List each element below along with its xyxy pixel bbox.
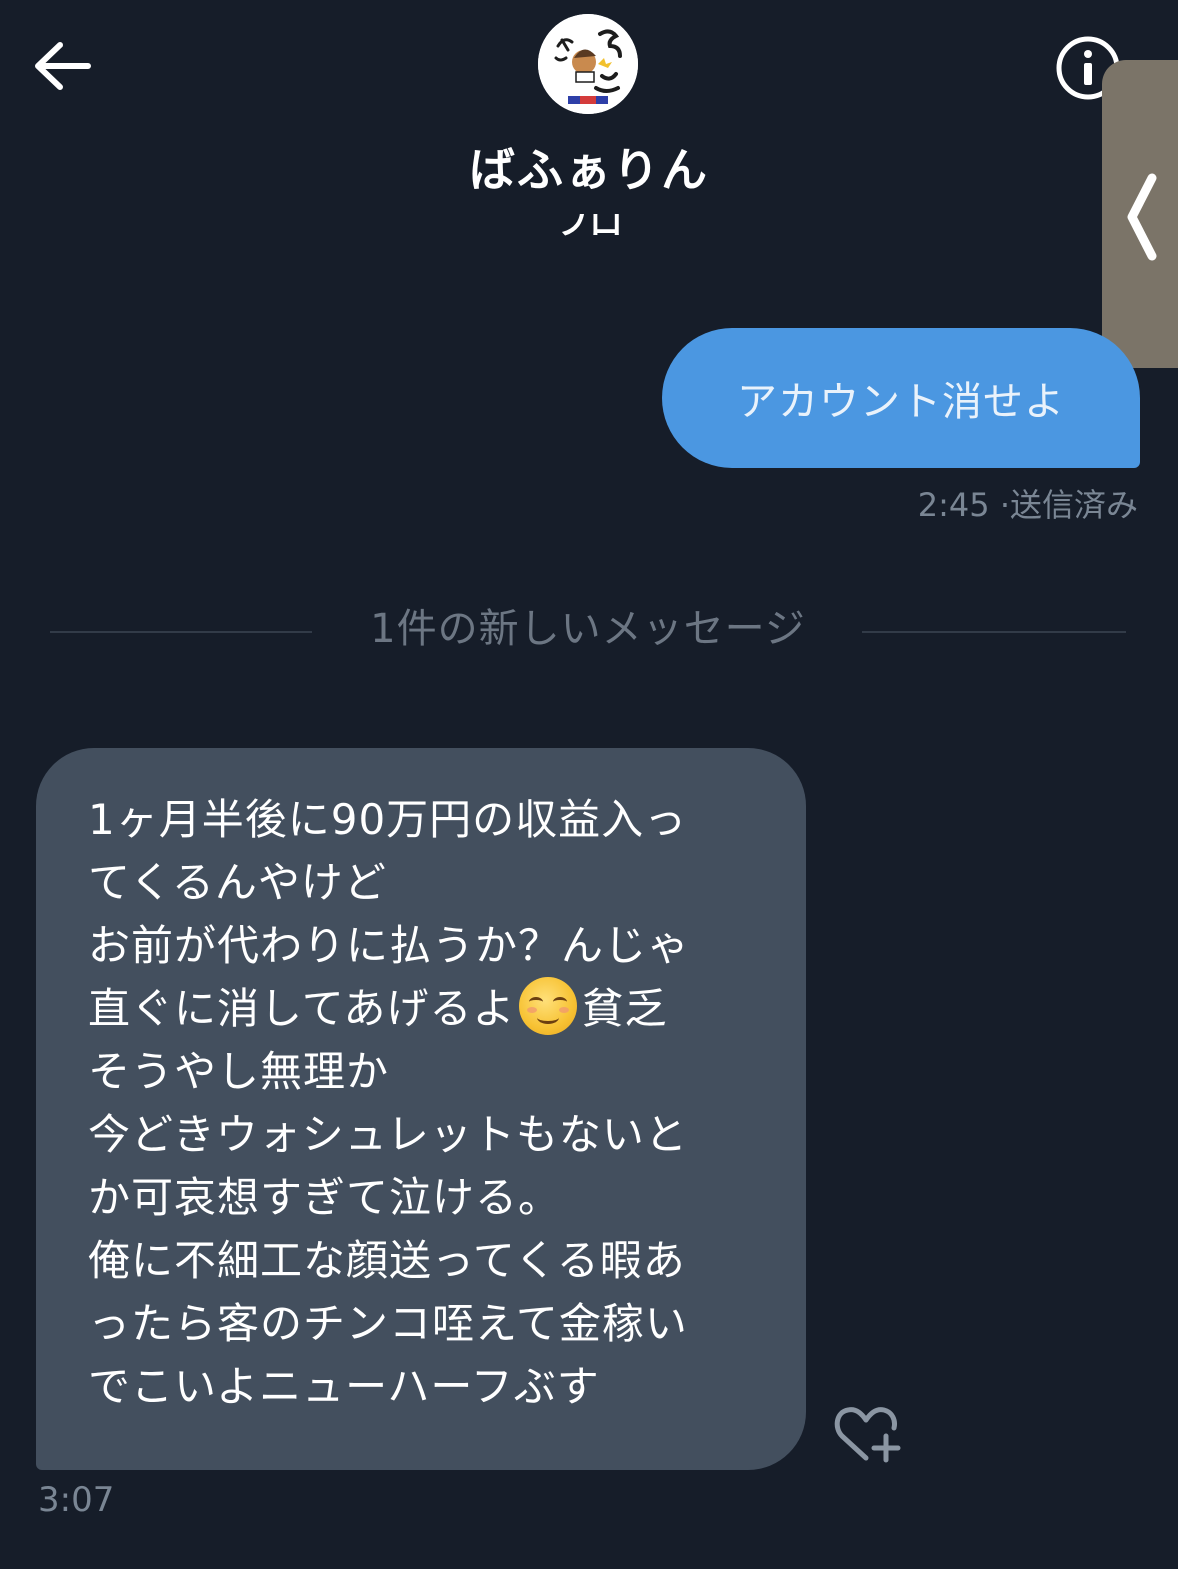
message-line: 1ヶ月半後に90万円の収益入っ (88, 795, 688, 844)
back-button[interactable] (30, 34, 96, 100)
message-line-part: 貧乏 (581, 984, 668, 1033)
new-messages-divider: 1件の新しいメッセージ (50, 596, 1126, 656)
message-line: ったら客のチンコ咥えて金稼い (88, 1299, 688, 1348)
user-avatar (538, 14, 638, 114)
heart-plus-icon (834, 1407, 901, 1463)
message-line: そうやし無理か (88, 1047, 390, 1096)
message-line: でこいよニューハーフぶす (88, 1362, 600, 1411)
react-button[interactable] (832, 1402, 908, 1468)
message-line: か可哀想すぎて泣ける。 (88, 1173, 562, 1222)
side-panel-handle[interactable] (1102, 60, 1178, 368)
conversation-name: ばふぁりん (469, 143, 709, 197)
message-line: 俺に不細工な顔送ってくる暇あ (88, 1236, 686, 1285)
smiling-face-emoji (519, 977, 578, 1035)
chevron-left-icon (1127, 173, 1157, 261)
sent-message-meta: 2:45 ·送信済み (918, 480, 1138, 526)
received-message-bubble[interactable]: 1ヶ月半後に90万円の収益入っ てくるんやけど お前が代わりに払うか？んじゃ 直… (36, 748, 806, 1470)
divider-line-right (862, 631, 1126, 633)
message-line: てくるんやけど (88, 858, 387, 907)
message-line-part: 直ぐに消してあげるよ (88, 984, 516, 1033)
arrow-left-icon (35, 42, 91, 90)
message-line: お前が代わりに払うか？んじゃ (88, 921, 691, 970)
sent-message-text: アカウント消せよ (737, 379, 1065, 425)
received-message-text: 1ヶ月半後に90万円の収益入っ てくるんやけど お前が代わりに払うか？んじゃ 直… (88, 788, 788, 1418)
message-line: 今どきウォシュレットもないと (88, 1110, 688, 1159)
message-line: 直ぐに消してあげるよ 貧乏 (88, 977, 788, 1040)
received-message-time: 3:07 (38, 1480, 115, 1520)
new-messages-label: 1件の新しいメッセージ (370, 606, 806, 652)
avatar[interactable] (538, 14, 638, 114)
sent-message-time: 2:45 (917, 486, 990, 524)
sent-message-status: ·送信済み (999, 486, 1138, 524)
conversation-subtitle: フロ (555, 214, 623, 240)
sent-message-bubble[interactable]: アカウント消せよ (662, 328, 1140, 468)
